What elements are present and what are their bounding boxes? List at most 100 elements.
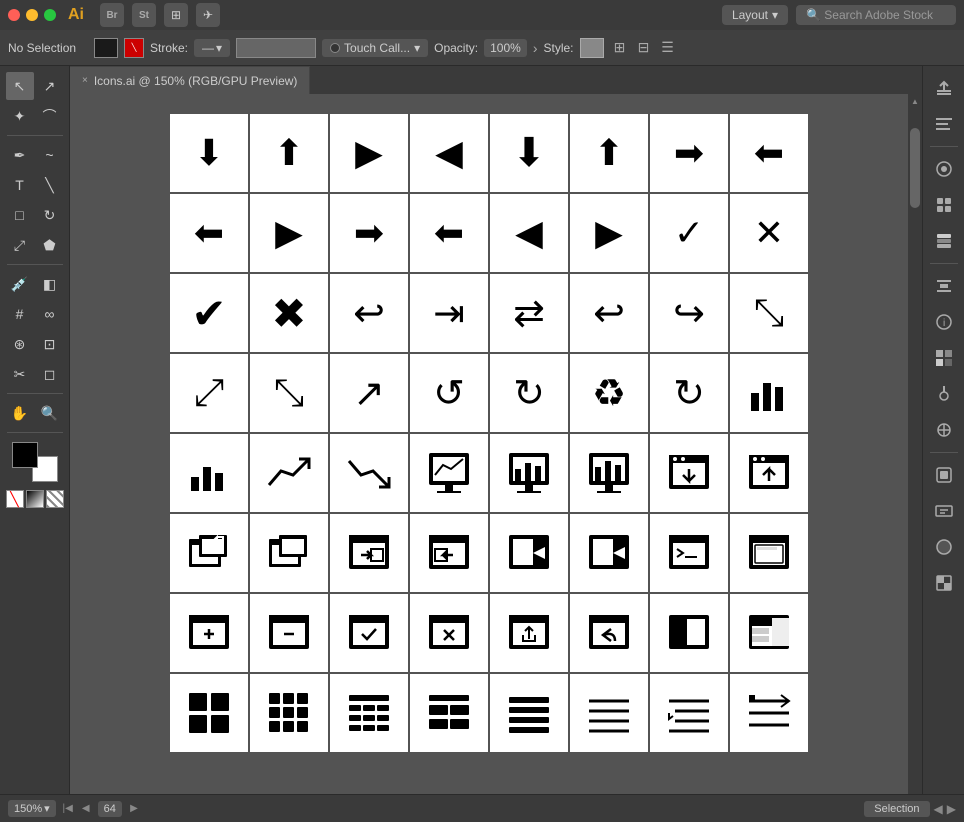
icon-back[interactable]: ⬅ (170, 194, 248, 272)
icon-rotate-ccw[interactable]: ↺ (410, 354, 488, 432)
icon-trend-down[interactable] (330, 434, 408, 512)
swatches-button[interactable] (928, 342, 960, 374)
icon-prev[interactable]: ⬅ (410, 194, 488, 272)
icon-arrow-ne[interactable]: ↗ (330, 354, 408, 432)
brushes-button[interactable] (928, 378, 960, 410)
icon-circle-arrow-right[interactable]: ➡ (650, 114, 728, 192)
style-box[interactable] (580, 38, 604, 58)
scale-tool[interactable]: ⤢ (6, 231, 34, 259)
icon-circle-arrow-down[interactable]: ⬇︎ (490, 114, 568, 192)
stock-search[interactable]: 🔍 Search Adobe Stock (796, 5, 956, 25)
libraries-button[interactable] (928, 153, 960, 185)
stock-icon[interactable]: St (132, 3, 156, 27)
icon-arrow-left[interactable]: ◀ (410, 114, 488, 192)
pen-tool[interactable]: ✒ (6, 141, 34, 169)
icon-enter-window[interactable] (330, 514, 408, 592)
icon-check-circle[interactable]: ✓ (650, 194, 728, 272)
icon-upload-window[interactable] (730, 434, 808, 512)
icon-list-detail[interactable] (730, 594, 808, 672)
scrollbar-thumb[interactable] (910, 128, 920, 208)
pattern-color-box[interactable] (46, 490, 64, 508)
curvature-tool[interactable]: ~ (36, 141, 64, 169)
icon-circle-arrow-left[interactable]: ⬅ (730, 114, 808, 192)
icon-reply[interactable]: ↩ (330, 274, 408, 352)
prev-page-button[interactable]: ◀ (78, 801, 94, 817)
share-icon[interactable]: ✈ (196, 3, 220, 27)
graphic-styles-button[interactable] (928, 459, 960, 491)
icon-list-indent[interactable] (650, 674, 728, 752)
workspace-icon[interactable]: ⊞ (164, 3, 188, 27)
icon-bar-chart2[interactable] (170, 434, 248, 512)
icon-share[interactable] (490, 594, 568, 672)
icon-window-panel[interactable] (650, 594, 728, 672)
align-button[interactable] (928, 270, 960, 302)
scroll-left-button[interactable]: ◀ (934, 802, 943, 816)
icon-chart-board2[interactable] (490, 434, 568, 512)
icon-arrow-down[interactable]: ⬇ (170, 114, 248, 192)
icon-tab-check[interactable] (330, 594, 408, 672)
properties-button[interactable] (928, 108, 960, 140)
icon-left[interactable]: ◀ (490, 194, 568, 272)
icon-forward[interactable]: ▶ (250, 194, 328, 272)
shaper-tool[interactable]: ⬟ (36, 231, 64, 259)
lasso-tool[interactable]: ⌒ (36, 102, 64, 130)
direct-selection-tool[interactable]: ↗ (36, 72, 64, 100)
icon-redo[interactable]: ↪ (650, 274, 728, 352)
symbol-tool[interactable]: ⊛ (6, 330, 34, 358)
icon-list-menu[interactable] (730, 674, 808, 752)
icon-compress2[interactable]: ⤡ (250, 354, 328, 432)
icon-x-fill[interactable]: ✖ (250, 274, 328, 352)
rectangle-tool[interactable]: □ (6, 201, 34, 229)
scrollbar-right[interactable]: ▲ (908, 94, 922, 794)
menu-icon[interactable]: ☰ (658, 38, 678, 58)
eraser-tool[interactable]: ◻ (36, 360, 64, 388)
fill-color-box[interactable] (94, 38, 118, 58)
icon-circle-arrow-up[interactable]: ⬆ (570, 114, 648, 192)
icon-recycle[interactable]: ♻ (570, 354, 648, 432)
appearance-button[interactable] (928, 495, 960, 527)
artboard-tool[interactable]: ⊡ (36, 330, 64, 358)
none-color-box[interactable]: ╲ (6, 490, 24, 508)
icon-grid-2x2[interactable] (170, 674, 248, 752)
effects-button[interactable] (928, 531, 960, 563)
stroke-color-box[interactable]: ╲ (124, 38, 144, 58)
icon-tab-back[interactable] (570, 594, 648, 672)
icon-list-3col[interactable] (330, 674, 408, 752)
next-page-button[interactable]: ▶ (126, 801, 142, 817)
export-button[interactable] (928, 72, 960, 104)
icon-arrow-up[interactable]: ⬆ (250, 114, 328, 192)
hand-tool[interactable]: ✋ (6, 399, 34, 427)
assets-button[interactable] (928, 189, 960, 221)
icon-rotate-cw[interactable]: ↻ (490, 354, 568, 432)
icon-forward-sq[interactable]: ⇥ (410, 274, 488, 352)
document-tab[interactable]: × Icons.ai @ 150% (RGB/GPU Preview) (70, 66, 310, 94)
icon-chart-board[interactable] (410, 434, 488, 512)
first-page-button[interactable]: |◀ (60, 801, 76, 817)
slice-tool[interactable]: ✂ (6, 360, 34, 388)
stroke-value[interactable]: — ▾ (194, 39, 230, 57)
magic-wand-tool[interactable]: ✦ (6, 102, 34, 130)
align-icon[interactable]: ⊟ (634, 38, 654, 58)
zoom-tool[interactable]: 🔍 (36, 399, 64, 427)
icon-tab-remove[interactable] (250, 594, 328, 672)
icon-browser[interactable] (730, 514, 808, 592)
icon-arrow-right[interactable]: ▶ (330, 114, 408, 192)
icon-trend-up[interactable] (250, 434, 328, 512)
icon-next[interactable]: ➡ (330, 194, 408, 272)
info-button[interactable]: i (928, 306, 960, 338)
icon-x-circle[interactable]: ✕ (730, 194, 808, 272)
gradient-color-box[interactable] (26, 490, 44, 508)
minimize-button[interactable] (26, 9, 38, 21)
icon-dropdown[interactable] (490, 514, 568, 592)
selection-tool[interactable]: ↖ (6, 72, 34, 100)
icon-chart-board3[interactable] (570, 434, 648, 512)
icon-expand[interactable]: ⤢ (170, 354, 248, 432)
opacity-value[interactable]: 100% (484, 39, 527, 57)
layout-menu[interactable]: Layout ▾ (722, 5, 788, 25)
icon-grid-3x3[interactable] (250, 674, 328, 752)
icon-check-fill[interactable]: ✔ (170, 274, 248, 352)
touch-callout[interactable]: Touch Call... ▾ (322, 39, 428, 57)
icon-right[interactable]: ▶ (570, 194, 648, 272)
scroll-up-button[interactable]: ▲ (908, 94, 922, 108)
symbols-button[interactable] (928, 414, 960, 446)
